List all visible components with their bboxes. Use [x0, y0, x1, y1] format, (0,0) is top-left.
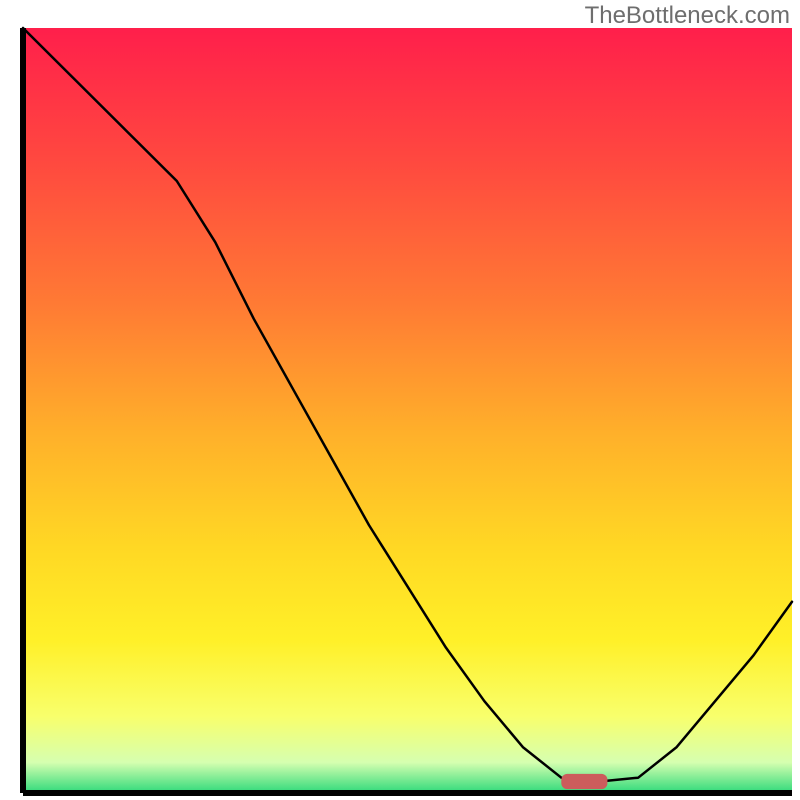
watermark-text: TheBottleneck.com: [585, 2, 790, 30]
optimal-marker: [561, 774, 607, 789]
bottleneck-chart: [0, 0, 800, 800]
chart-container: TheBottleneck.com: [0, 0, 800, 800]
